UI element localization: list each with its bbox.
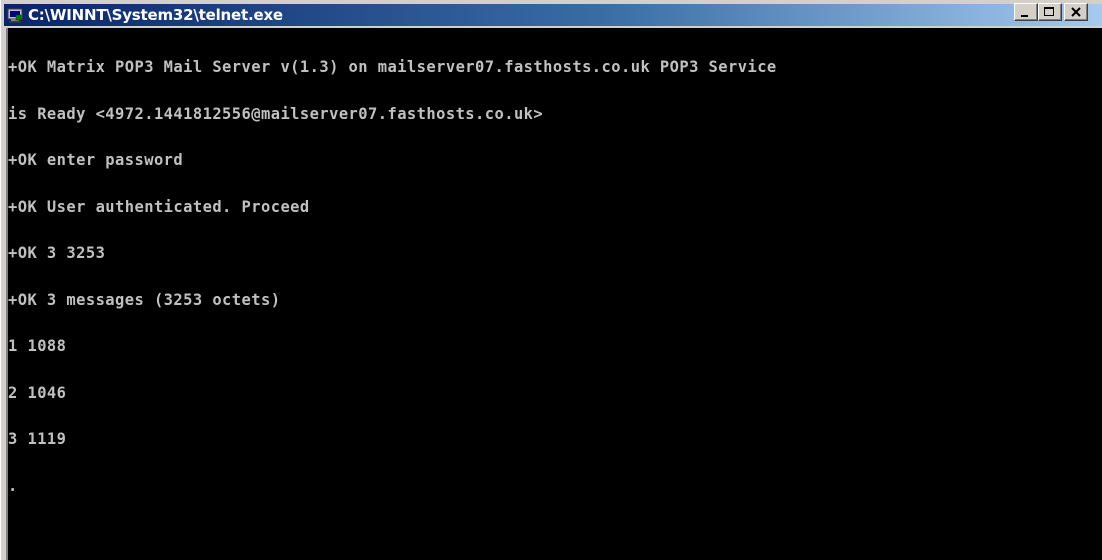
console-line: 2 1046 <box>8 382 67 402</box>
console-line: 3 1119 <box>8 429 67 448</box>
console-line: +OK Matrix POP3 Mail Server v(1.3) on ma… <box>8 57 777 76</box>
minimize-button[interactable] <box>1014 3 1038 21</box>
response-terminator: . <box>8 475 18 495</box>
telnet-window: C:\WINNT\System32\telnet.exe +OK Matrix … <box>0 0 1102 560</box>
console-line: +OK enter password <box>8 150 184 169</box>
console-line: 1 1088 <box>8 336 67 355</box>
close-button[interactable] <box>1064 3 1088 21</box>
title-bar[interactable]: C:\WINNT\System32\telnet.exe <box>4 4 1102 26</box>
close-icon <box>1071 7 1081 17</box>
window-title: C:\WINNT\System32\telnet.exe <box>28 6 283 24</box>
console-text: +OK Matrix POP3 Mail Server v(1.3) on ma… <box>8 28 1064 524</box>
window-controls <box>1014 3 1088 21</box>
console-line: +OK 3 messages (3253 octets) <box>8 289 281 309</box>
console-line: +OK 3 3253 <box>8 243 106 262</box>
console-app-icon[interactable] <box>7 7 23 23</box>
maximize-button[interactable] <box>1038 3 1062 21</box>
console-line: +OK User authenticated. Proceed <box>8 196 310 216</box>
console-output[interactable]: +OK Matrix POP3 Mail Server v(1.3) on ma… <box>8 28 1102 560</box>
window-frame <box>0 0 8 560</box>
console-line: is Ready <4972.1441812556@mailserver07.f… <box>8 103 544 123</box>
